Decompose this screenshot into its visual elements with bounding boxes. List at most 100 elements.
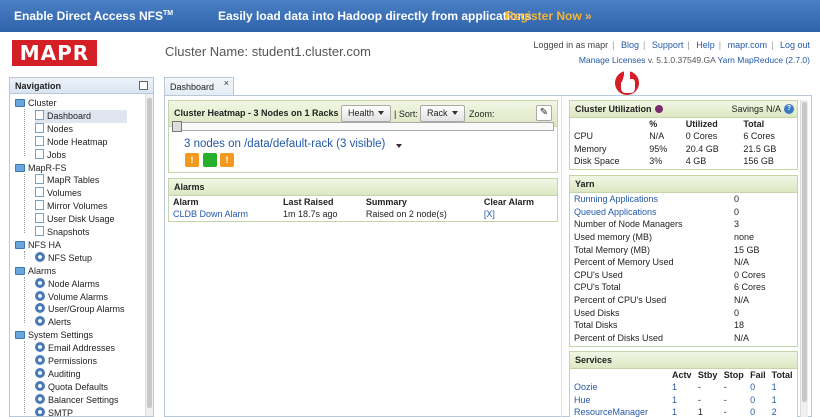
sidebar-item-smtp[interactable]: SMTP [35, 406, 73, 416]
service-fail[interactable]: 0 [748, 406, 769, 417]
alarm-name-link[interactable]: CLDB Down Alarm [169, 208, 279, 221]
yarn-mapreduce-link[interactable]: Yarn MapReduce (2.7.0) [718, 55, 810, 65]
utilization-header: Cluster Utilization Savings N/A ? [570, 101, 797, 118]
close-tab-icon[interactable]: × [224, 78, 229, 88]
nav-group-system-settings[interactable]: System Settings [15, 329, 93, 342]
yarn-metric-value: 15 GB [734, 244, 760, 255]
gear-icon [35, 290, 45, 301]
navigation-panel: Navigation Cluster Dashboard Nodes Node Hea… [9, 77, 154, 417]
service-name-link[interactable]: ResourceManager [570, 406, 670, 417]
yarn-metric-value: none [734, 232, 755, 243]
yarn-metric-label: Total Disks [574, 320, 618, 331]
help-icon[interactable]: ? [784, 104, 794, 114]
sidebar-item-jobs[interactable]: Jobs [35, 148, 66, 162]
heatmap-node-warning[interactable]: ! [220, 153, 234, 167]
cluster-name: Cluster Name: student1.cluster.com [165, 44, 371, 59]
sidebar-item-node-alarms[interactable]: Node Alarms [35, 277, 100, 291]
nav-group-nfs-ha[interactable]: NFS HA [15, 239, 61, 252]
table-row: CPU's Total 6 Cores [570, 281, 797, 294]
help-link[interactable]: Help [696, 40, 715, 50]
sidebar-item-volume-alarms[interactable]: Volume Alarms [35, 290, 108, 304]
table-row: Queued Applications 0 [570, 206, 797, 219]
table-row: CLDB Down Alarm 1m 18.7s ago Raised on 2… [169, 208, 557, 221]
gear-icon [35, 251, 45, 262]
utilization-table: % Utilized Total CPU N/A 0 Cores 6 Cores Memor… [570, 118, 797, 168]
service-name-link[interactable]: Oozie [570, 381, 670, 394]
yarn-metric-link[interactable]: Queued Applications [570, 206, 730, 219]
alarm-summary: Raised on 2 node(s) [365, 209, 447, 220]
service-name-link[interactable]: Hue [570, 394, 670, 407]
sidebar-item-user-disk-usage[interactable]: User Disk Usage [35, 213, 115, 226]
sidebar-item-email-addresses[interactable]: Email Addresses [35, 342, 115, 355]
sidebar-item-mapr-tables[interactable]: MapR Tables [35, 174, 99, 187]
sidebar-item-nfs-setup[interactable]: NFS Setup [35, 251, 92, 265]
util-name: Disk Space [574, 156, 620, 167]
yarn-metric-value: 3 [734, 219, 740, 230]
yarn-metric-value: 0 [734, 307, 740, 318]
service-fail[interactable]: 0 [748, 394, 769, 407]
yarn-metric-label: Total Memory (MB) [574, 244, 651, 255]
nav-group-alarms[interactable]: Alarms [15, 265, 56, 278]
register-now-link[interactable]: Register Now » [505, 9, 592, 23]
service-actv[interactable]: 1 [670, 381, 696, 394]
heatmap-view-select[interactable]: Health [341, 105, 392, 122]
service-stby: - [697, 394, 701, 405]
sidebar-item-node-heatmap[interactable]: Node Heatmap [35, 135, 108, 149]
nav-group-cluster[interactable]: Cluster [15, 97, 57, 110]
column-header [570, 118, 645, 130]
gear-icon [35, 355, 45, 365]
sidebar-item-mirror-volumes[interactable]: Mirror Volumes [35, 200, 108, 213]
table-row: Used Disks 0 [570, 306, 797, 319]
gear-icon [35, 367, 45, 378]
service-actv[interactable]: 1 [670, 394, 696, 407]
chevron-down-icon[interactable] [396, 144, 402, 148]
mapr-com-link[interactable]: mapr.com [728, 40, 768, 50]
support-link[interactable]: Support [652, 40, 684, 50]
version-links: Manage Licenses v. 5.1.0.37549.GA Yarn M… [579, 55, 810, 65]
sidebar-item-volumes[interactable]: Volumes [35, 187, 82, 200]
sidebar-item-balancer-settings[interactable]: Balancer Settings [35, 393, 119, 407]
sidebar-item-user-group-alarms[interactable]: User/Group Alarms [35, 303, 125, 316]
zoom-slider-handle[interactable] [172, 121, 182, 132]
gear-icon [35, 277, 45, 288]
heatmap-sort-select[interactable]: Rack [420, 105, 465, 122]
service-fail[interactable]: 0 [748, 381, 769, 394]
yarn-metric-label: Percent of CPU's Used [574, 295, 667, 306]
heatmap-node-healthy[interactable] [202, 153, 217, 167]
sidebar-item-alerts[interactable]: Alerts [35, 316, 71, 329]
rack-title[interactable]: 3 nodes on /data/default-rack (3 visible… [184, 138, 385, 150]
yarn-metric-value: N/A [734, 332, 750, 343]
service-actv[interactable]: 1 [670, 406, 696, 417]
logout-link[interactable]: Log out [780, 40, 810, 50]
yarn-metric-value: 18 [734, 320, 745, 331]
content-scrollbar[interactable] [800, 100, 808, 417]
sidebar-item-nodes[interactable]: Nodes [35, 122, 73, 136]
service-total[interactable]: 2 [770, 406, 797, 417]
banner-headline: Enable Direct Access NFSTM [14, 9, 174, 23]
popout-icon[interactable] [139, 81, 148, 90]
sort-label: | Sort: [394, 109, 418, 119]
services-table: Actv Stby Stop Fail Total Oozie 1- -0 1 Hue 1- -0 1… [570, 369, 797, 417]
sidebar-item-auditing[interactable]: Auditing [35, 367, 81, 381]
column-header: Stop [723, 370, 744, 380]
clear-alarm-button[interactable]: [X] [480, 208, 557, 221]
sidebar-item-permissions[interactable]: Permissions [35, 355, 97, 368]
chevron-down-icon [451, 111, 458, 115]
tab-dashboard[interactable]: Dashboard × [164, 77, 234, 95]
service-total[interactable]: 1 [770, 394, 797, 407]
yarn-metric-value: 0 [734, 206, 740, 217]
zoom-label: Zoom: [469, 109, 495, 119]
zoom-slider-track[interactable] [172, 122, 554, 131]
blog-link[interactable]: Blog [621, 40, 639, 50]
service-total[interactable]: 1 [770, 381, 797, 394]
sidebar-item-dashboard[interactable]: Dashboard [35, 109, 127, 123]
service-stby: 1 [697, 407, 703, 417]
heatmap-node-warning[interactable]: ! [185, 153, 199, 167]
nav-scrollbar[interactable] [145, 94, 153, 416]
manage-licenses-link[interactable]: Manage Licenses [579, 55, 646, 65]
sidebar-item-snapshots[interactable]: Snapshots [35, 226, 90, 239]
yarn-metric-link[interactable]: Running Applications [570, 193, 730, 206]
sidebar-item-quota-defaults[interactable]: Quota Defaults [35, 380, 108, 394]
wrench-icon[interactable]: ✎ [536, 105, 552, 121]
nav-group-mapr-fs[interactable]: MapR-FS [15, 162, 67, 175]
